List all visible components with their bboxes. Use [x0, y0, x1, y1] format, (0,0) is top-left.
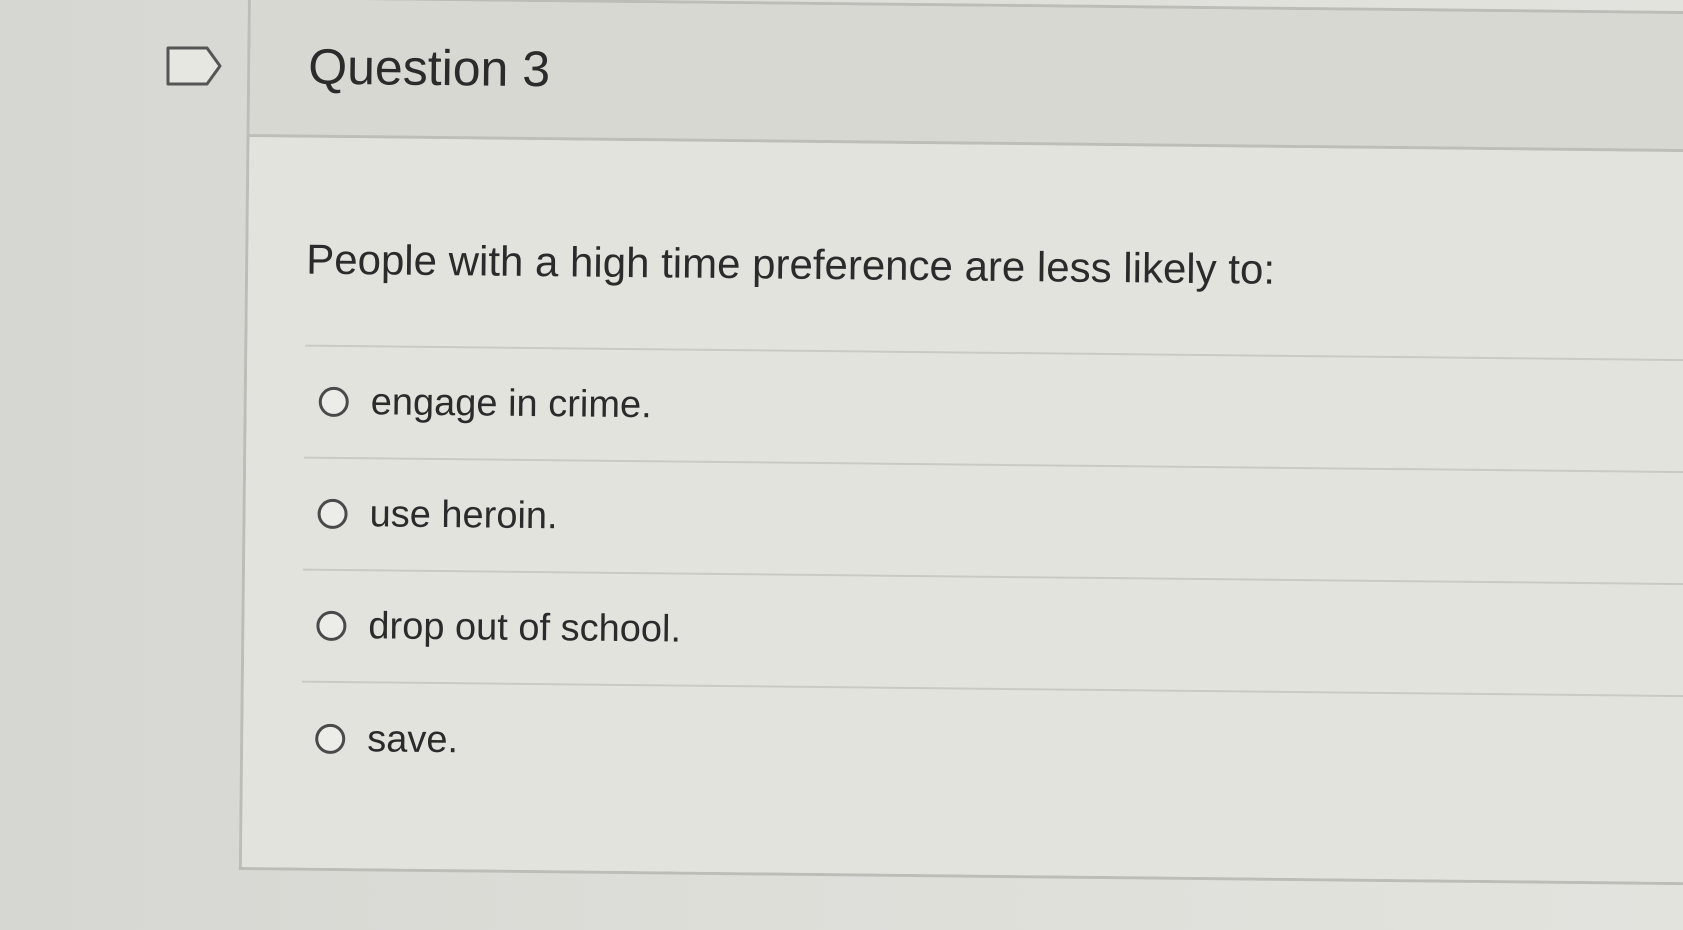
question-card: Question 3 People with a high time prefe… — [238, 0, 1683, 886]
radio-unselected-icon[interactable] — [318, 386, 349, 418]
answer-label: save. — [367, 717, 459, 761]
answer-label: engage in crime. — [370, 380, 652, 426]
radio-unselected-icon[interactable] — [317, 498, 348, 530]
answer-label: drop out of school. — [368, 604, 682, 651]
answer-option-use-heroin[interactable]: use heroin. — [302, 458, 1683, 586]
question-body: People with a high time preference are l… — [241, 137, 1683, 883]
radio-unselected-icon[interactable] — [316, 610, 347, 642]
answer-option-save[interactable]: save. — [301, 683, 1683, 810]
answer-label: use heroin. — [369, 492, 558, 537]
question-prompt: People with a high time preference are l… — [306, 235, 1276, 293]
radio-unselected-icon[interactable] — [315, 723, 346, 755]
answer-option-drop-out-of-school[interactable]: drop out of school. — [301, 570, 1683, 698]
answer-list: engage in crime. use heroin. drop out of… — [301, 344, 1683, 810]
question-header: Question 3 — [249, 0, 1683, 153]
flag-question-icon[interactable] — [165, 45, 223, 87]
answer-option-engage-in-crime[interactable]: engage in crime. — [304, 346, 1683, 474]
question-title: Question 3 — [307, 38, 551, 98]
